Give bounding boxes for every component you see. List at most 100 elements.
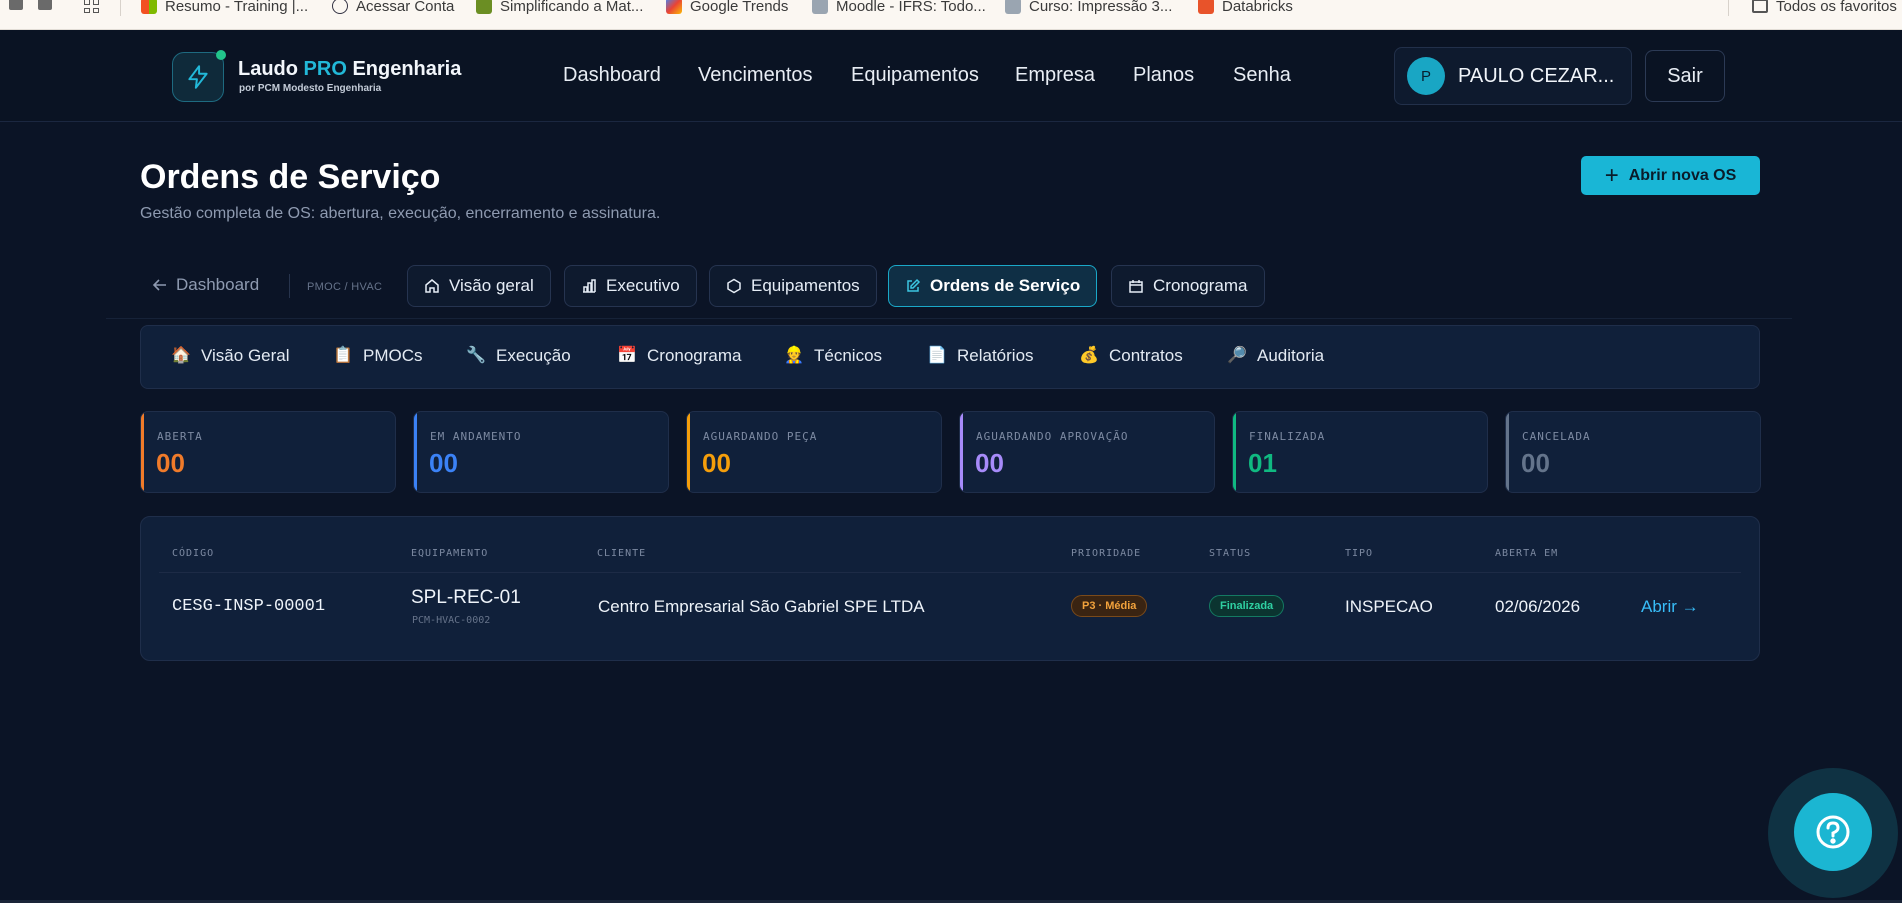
module-auditoria[interactable]: 🔎 Auditoria	[1227, 346, 1324, 366]
stat-label: CANCELADA	[1522, 430, 1591, 443]
stat-card-aguardando-aprovacao[interactable]: AGUARDANDO APROVAÇÃO 00	[959, 411, 1215, 493]
stat-accent-bar	[141, 412, 144, 492]
stat-accent-bar	[687, 412, 690, 492]
equipment-code: PCM-HVAC-0002	[412, 615, 491, 626]
stat-accent-bar	[1506, 412, 1509, 492]
bookmark-label: Acessar Conta	[356, 0, 455, 15]
column-header-cliente[interactable]: CLIENTE	[597, 548, 646, 559]
nav-vencimentos[interactable]: Vencimentos	[698, 64, 813, 87]
tabs-divider	[289, 274, 290, 298]
module-tecnicos[interactable]: 👷 Técnicos	[784, 346, 882, 366]
brand-name-suffix: Engenharia	[346, 58, 462, 80]
user-menu[interactable]: P PAULO CEZAR...	[1394, 47, 1632, 105]
stat-label: AGUARDANDO APROVAÇÃO	[976, 430, 1129, 443]
module-cronograma[interactable]: 📅 Cronograma	[617, 346, 742, 366]
bookmark-item[interactable]: Resumo - Training |...	[141, 0, 308, 15]
help-button[interactable]	[1794, 793, 1872, 871]
tab-label: Visão geral	[449, 276, 534, 295]
equipment-name: SPL-REC-01	[411, 587, 521, 608]
module-label: PMOCs	[363, 346, 423, 365]
bar-chart-icon	[583, 279, 596, 293]
bookmark-item[interactable]: Curso: Impressão 3...	[1005, 0, 1172, 15]
page-subtitle: Gestão completa de OS: abertura, execuçã…	[140, 205, 661, 222]
bookmark-label: Google Trends	[690, 0, 789, 15]
f-logo-icon	[332, 0, 348, 14]
person-icon: 👷	[784, 347, 804, 364]
order-code: CESG-INSP-00001	[172, 597, 326, 616]
bookmark-item[interactable]: Simplificando a Mat...	[476, 0, 643, 15]
nav-senha[interactable]: Senha	[1233, 64, 1291, 87]
module-execucao[interactable]: 🔧 Execução	[466, 346, 571, 366]
module-relatorios[interactable]: 📄 Relatórios	[927, 346, 1034, 366]
bookmarks-divider	[120, 0, 121, 16]
orders-table: CÓDIGO EQUIPAMENTO CLIENTE PRIORIDADE ST…	[140, 516, 1760, 661]
all-bookmarks-folder[interactable]: Todos os favoritos	[1752, 0, 1897, 15]
new-os-button[interactable]: + Abrir nova OS	[1581, 156, 1760, 195]
column-header-tipo[interactable]: TIPO	[1345, 548, 1373, 559]
app-logo[interactable]	[172, 50, 226, 102]
tab-label: Equipamentos	[751, 276, 860, 295]
calendar-icon	[1129, 280, 1143, 293]
page-title: Ordens de Serviço	[140, 158, 441, 196]
brand-name-prefix: Laudo	[238, 58, 304, 80]
module-visao-geral[interactable]: 🏠 Visão Geral	[171, 346, 290, 366]
tab-equipamentos[interactable]: Equipamentos	[709, 265, 877, 307]
stat-card-aguardando-peca[interactable]: AGUARDANDO PEÇA 00	[686, 411, 942, 493]
stat-label: EM ANDAMENTO	[430, 430, 522, 443]
bookmark-item[interactable]: Moodle - IFRS: Todo...	[812, 0, 986, 15]
stat-card-cancelada[interactable]: CANCELADA 00	[1505, 411, 1761, 493]
bookmark-square-icon[interactable]	[38, 0, 52, 10]
stat-card-em-andamento[interactable]: EM ANDAMENTO 00	[413, 411, 669, 493]
stat-label: FINALIZADA	[1249, 430, 1326, 443]
tab-executivo[interactable]: Executivo	[564, 265, 697, 307]
apps-grid-icon[interactable]	[84, 0, 100, 13]
open-order-link[interactable]: Abrir →	[1641, 597, 1699, 617]
folder-icon	[1752, 0, 1768, 13]
module-label: Técnicos	[814, 346, 883, 365]
nav-equipamentos[interactable]: Equipamentos	[851, 64, 979, 87]
moodle-icon	[812, 0, 828, 14]
module-label: Relatórios	[957, 346, 1034, 365]
module-label: Cronograma	[647, 346, 742, 365]
bookmark-item[interactable]: Google Trends	[666, 0, 788, 15]
bookmark-square-icon[interactable]	[9, 0, 23, 10]
stat-accent-bar	[960, 412, 963, 492]
column-header-equipamento[interactable]: EQUIPAMENTO	[411, 548, 488, 559]
column-header-codigo[interactable]: CÓDIGO	[172, 548, 214, 559]
module-label: Visão Geral	[201, 346, 290, 365]
logout-button[interactable]: Sair	[1645, 50, 1725, 102]
module-contratos[interactable]: 💰 Contratos	[1079, 346, 1183, 366]
tab-cronograma[interactable]: Cronograma	[1111, 265, 1265, 307]
nav-empresa[interactable]: Empresa	[1015, 64, 1095, 87]
bookmark-label: Simplificando a Mat...	[500, 0, 644, 15]
column-header-prioridade[interactable]: PRIORIDADE	[1071, 548, 1141, 559]
module-bar: 🏠 Visão Geral 📋 PMOCs 🔧 Execução 📅 Cronogram…	[140, 325, 1760, 389]
bookmarks-bar: Resumo - Training |... Acessar Conta Sim…	[0, 0, 1902, 30]
module-label: Contratos	[1109, 346, 1183, 365]
trends-icon	[666, 0, 682, 14]
order-type: INSPECAO	[1345, 597, 1433, 616]
bookmark-item[interactable]: Acessar Conta	[332, 0, 454, 15]
back-to-dashboard-link[interactable]: Dashboard	[152, 275, 259, 295]
bookmarks-divider	[1728, 0, 1729, 16]
bookmark-item[interactable]: Databricks	[1198, 0, 1293, 15]
bookmark-label: Databricks	[1222, 0, 1293, 15]
stat-label: AGUARDANDO PEÇA	[703, 430, 818, 443]
user-name: PAULO CEZAR...	[1458, 64, 1615, 87]
avatar: P	[1407, 57, 1445, 95]
tab-ordens-de-servico[interactable]: Ordens de Serviço	[888, 265, 1098, 307]
stat-value: 00	[1521, 448, 1550, 478]
opened-date: 02/06/2026	[1495, 597, 1581, 616]
tab-visao-geral[interactable]: Visão geral	[407, 265, 551, 307]
nav-dashboard[interactable]: Dashboard	[563, 64, 661, 87]
stat-value: 01	[1248, 448, 1277, 478]
module-pmocs[interactable]: 📋 PMOCs	[333, 346, 423, 366]
module-label: Auditoria	[1257, 346, 1325, 365]
stat-card-aberta[interactable]: ABERTA 00	[140, 411, 396, 493]
stat-card-finalizada[interactable]: FINALIZADA 01	[1232, 411, 1488, 493]
money-bag-icon: 💰	[1079, 347, 1099, 364]
stat-accent-bar	[1233, 412, 1236, 492]
column-header-aberta-em[interactable]: ABERTA EM	[1495, 548, 1558, 559]
nav-planos[interactable]: Planos	[1133, 64, 1194, 87]
column-header-status[interactable]: STATUS	[1209, 548, 1251, 559]
